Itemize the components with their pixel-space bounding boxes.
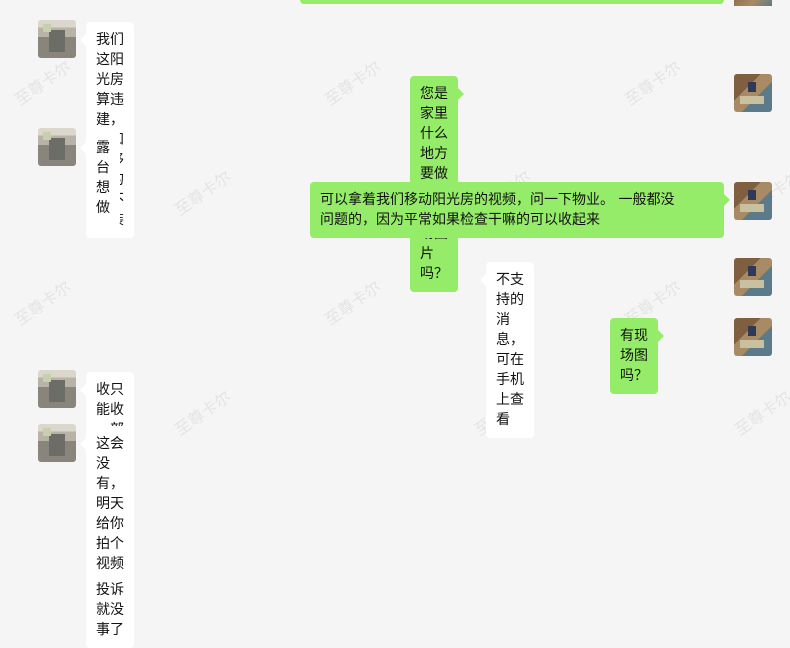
- unsupported-message-bubble[interactable]: 不支持的消息，可在手机上查看: [480, 262, 534, 438]
- watermark: 至尊卡尔: [321, 57, 385, 110]
- message-bubble[interactable]: 露台想做: [80, 130, 120, 226]
- avatar[interactable]: [38, 20, 76, 58]
- avatar[interactable]: [734, 182, 772, 220]
- avatar[interactable]: [38, 424, 76, 462]
- message-bubble[interactable]: 这会没有，明天给你拍个视频: [80, 426, 134, 582]
- message-bubble-partial[interactable]: [300, 0, 724, 4]
- avatar[interactable]: [734, 74, 772, 112]
- message-text-line: 可以拿着我们移动阳光房的视频，问一下物业。 一般都没: [320, 192, 675, 208]
- avatar[interactable]: [38, 370, 76, 408]
- message-bubble[interactable]: 可以拿着我们移动阳光房的视频，问一下物业。 一般都没 问题的，因为平常如果检查干…: [310, 182, 730, 238]
- avatar[interactable]: [734, 258, 772, 296]
- message-text-line: 问题的，因为平常如果检查干嘛的可以收起来: [320, 212, 600, 228]
- avatar[interactable]: [734, 318, 772, 356]
- chat-area: 至尊卡尔 至尊卡尔 至尊卡尔 至尊卡尔 至尊卡尔 至尊卡尔 至尊卡尔 至尊卡尔 …: [0, 0, 790, 648]
- message-bubble[interactable]: 有现场图吗？: [610, 318, 664, 394]
- watermark: 至尊卡尔: [171, 167, 235, 220]
- avatar[interactable]: [38, 128, 76, 166]
- avatar[interactable]: [734, 0, 772, 6]
- watermark: 至尊卡尔: [731, 387, 790, 440]
- watermark: 至尊卡尔: [11, 57, 75, 110]
- watermark: 至尊卡尔: [171, 387, 235, 440]
- watermark: 至尊卡尔: [11, 277, 75, 330]
- watermark: 至尊卡尔: [621, 57, 685, 110]
- watermark: 至尊卡尔: [321, 277, 385, 330]
